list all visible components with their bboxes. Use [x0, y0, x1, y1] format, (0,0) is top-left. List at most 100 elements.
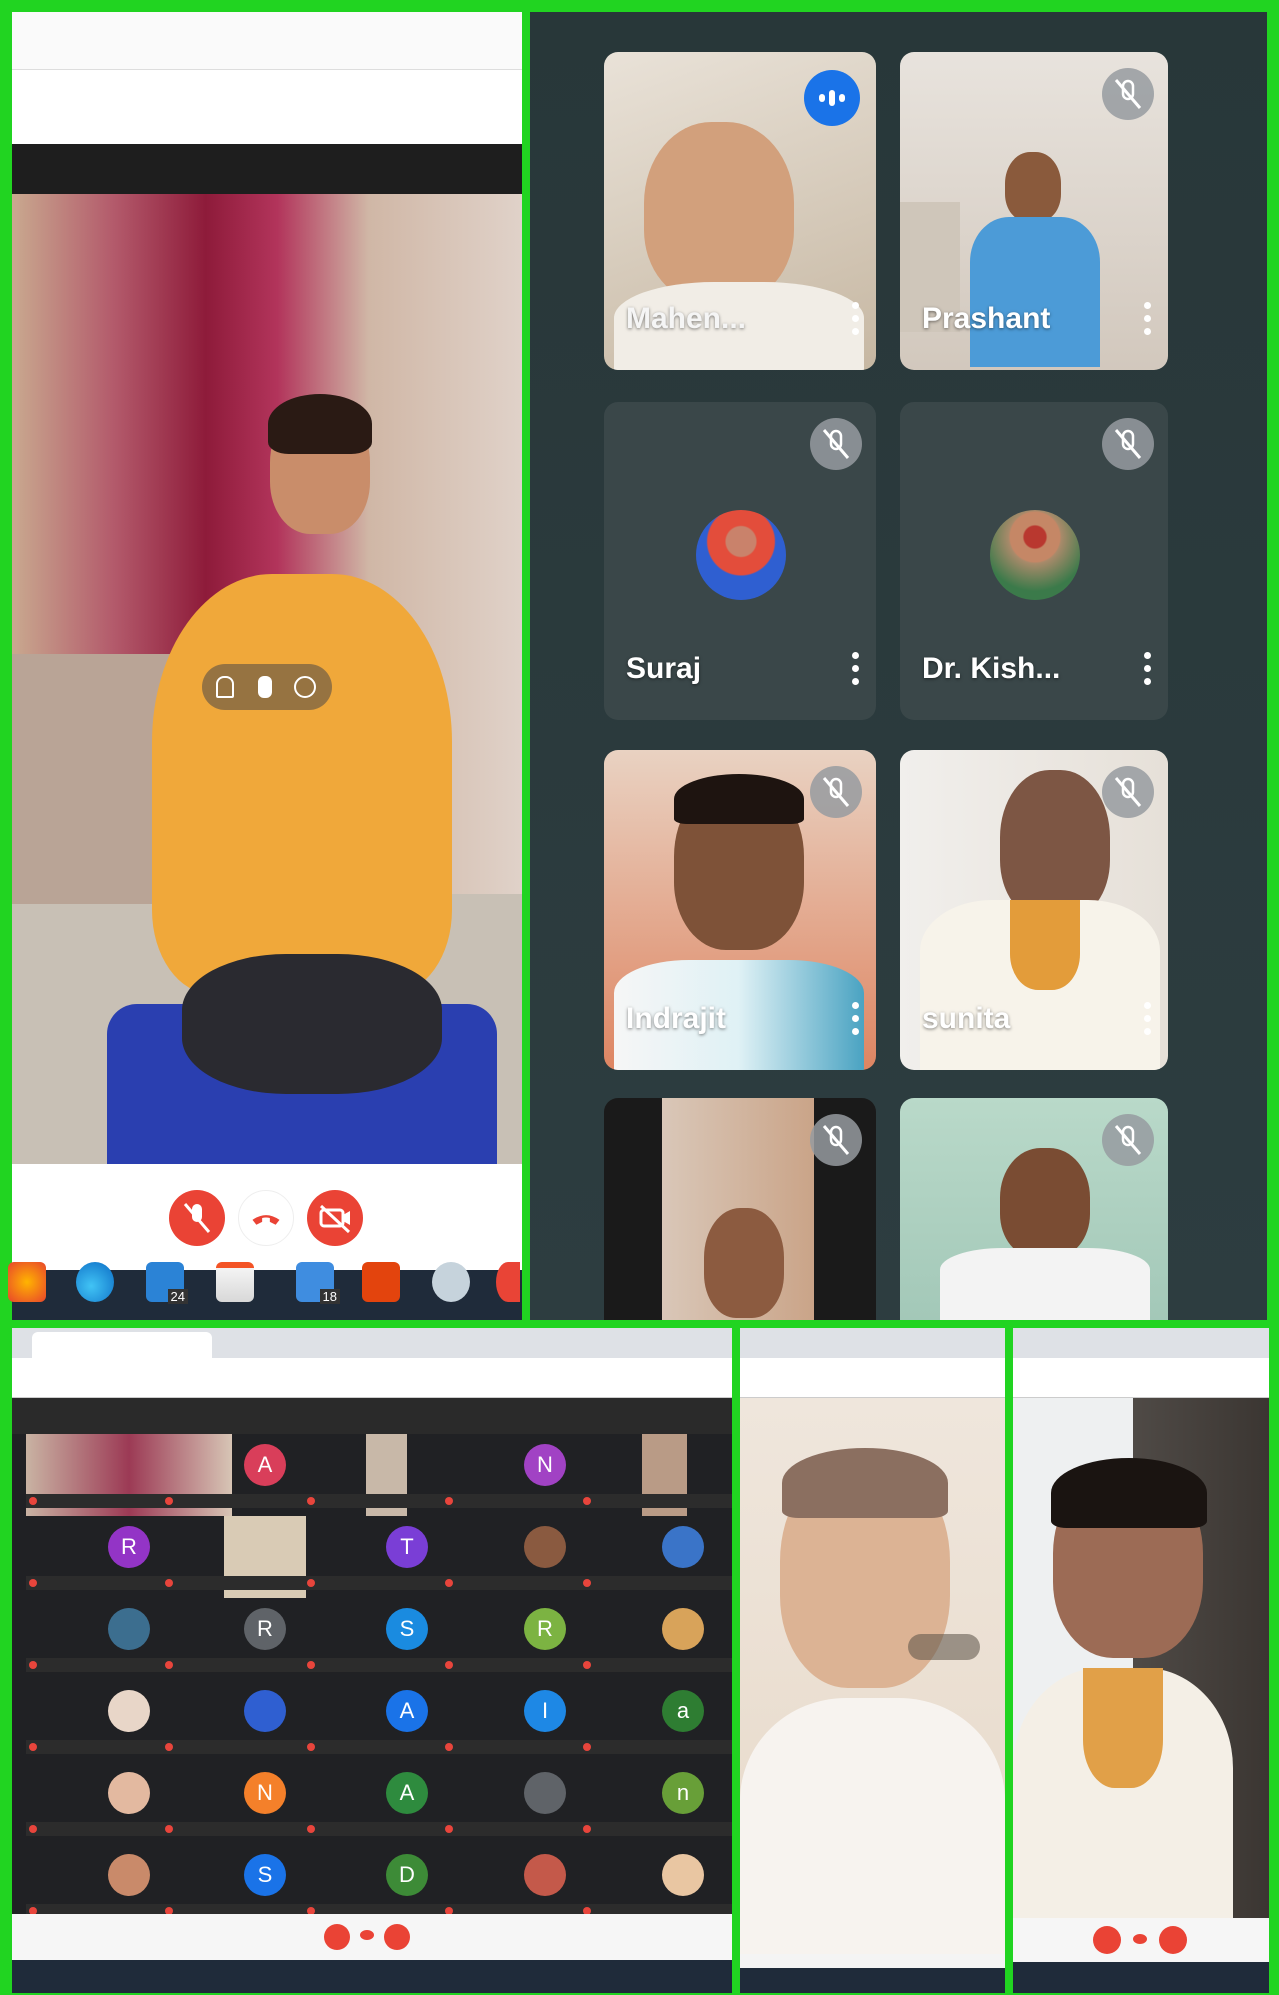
mail-badge: 24	[167, 1289, 188, 1304]
participant-tile[interactable]: Mahen...	[604, 52, 876, 370]
camera-off-button[interactable]	[1159, 1926, 1187, 1954]
browser-tabs	[740, 1328, 1005, 1358]
participant-name: Dr. Kish...	[922, 652, 1061, 685]
grid-tile[interactable]	[580, 1516, 732, 1598]
participant-tile[interactable]: Indrajit	[604, 750, 876, 1070]
participant-tile[interactable]	[900, 1098, 1168, 1320]
more-options-icon[interactable]	[852, 652, 860, 692]
presenter-hair	[268, 394, 372, 454]
participant-hair	[674, 774, 804, 824]
avatar	[696, 510, 786, 600]
hover-controls[interactable]	[908, 1634, 980, 1660]
avatar	[662, 1526, 704, 1568]
participant-tile[interactable]	[604, 1098, 876, 1320]
avatar	[990, 510, 1080, 600]
mic-off-button[interactable]	[1093, 1926, 1121, 1954]
avatar: I	[524, 1690, 566, 1732]
chrome-icon[interactable]	[496, 1262, 520, 1302]
camera-off-button[interactable]	[307, 1190, 363, 1246]
participant-name: Suraj	[626, 652, 702, 685]
more-options-icon[interactable]	[852, 302, 860, 342]
app-icon[interactable]: 18	[296, 1262, 340, 1304]
mic-muted-icon	[810, 1114, 862, 1166]
avatar	[524, 1772, 566, 1814]
avatar: N	[524, 1444, 566, 1486]
browser-tabs	[1013, 1328, 1269, 1358]
mic-muted-icon	[1102, 766, 1154, 818]
avatar: S	[244, 1854, 286, 1896]
presenter-video	[12, 194, 522, 1164]
mic-muted-icon	[1102, 1114, 1154, 1166]
avatar: R	[108, 1526, 150, 1568]
paint-icon[interactable]	[432, 1262, 470, 1302]
camera-off-button[interactable]	[384, 1924, 410, 1950]
avatar: n	[662, 1772, 704, 1814]
windows-taskbar	[12, 1960, 732, 1993]
avatar	[108, 1608, 150, 1650]
participant-tile[interactable]: Suraj	[604, 402, 876, 720]
hangup-icon	[252, 1215, 280, 1225]
avatar: T	[386, 1526, 428, 1568]
meet-grid-window: Mahen... Prashant Suraj Dr. Kish... Indr…	[530, 12, 1267, 1320]
avatar: R	[244, 1608, 286, 1650]
grid-tile[interactable]: n	[580, 1762, 732, 1844]
presenter-body	[152, 574, 452, 994]
mic-muted-icon	[1102, 68, 1154, 120]
remove-icon[interactable]	[294, 676, 316, 698]
edge-icon[interactable]	[76, 1262, 114, 1302]
grid-tile[interactable]	[580, 1598, 732, 1680]
mic-off-button[interactable]	[169, 1190, 225, 1246]
presenter-window	[12, 12, 522, 1320]
participant-name: Prashant	[922, 302, 1051, 335]
mute-participant-icon[interactable]	[258, 676, 272, 698]
mic-off-icon	[183, 1203, 211, 1233]
avatar	[108, 1854, 150, 1896]
hover-controls[interactable]	[202, 664, 332, 710]
speaker-video	[740, 1398, 1005, 1954]
participant-tile[interactable]: sunita	[900, 750, 1168, 1070]
mail-icon[interactable]: 24	[146, 1262, 188, 1304]
avatar: R	[524, 1608, 566, 1650]
windows-taskbar	[1013, 1962, 1269, 1993]
avatar	[662, 1608, 704, 1650]
mic-muted-icon	[810, 766, 862, 818]
participant-tile[interactable]: Prashant	[900, 52, 1168, 370]
pin-icon[interactable]	[216, 676, 234, 698]
participant-name: Mahen...	[626, 302, 747, 335]
browser-toolbar	[12, 12, 522, 70]
firefox-icon[interactable]	[8, 1262, 46, 1302]
grid-tile[interactable]: a	[580, 1680, 732, 1762]
more-options-icon[interactable]	[1144, 302, 1152, 342]
dark-header-strip	[12, 144, 522, 194]
end-call-button[interactable]	[360, 1930, 374, 1940]
avatar: N	[244, 1772, 286, 1814]
address-bar[interactable]	[12, 1358, 732, 1398]
more-options-icon[interactable]	[852, 1002, 860, 1042]
browser-tab[interactable]	[32, 1332, 212, 1358]
avatar	[524, 1854, 566, 1896]
participant-video	[1005, 152, 1061, 222]
address-bar[interactable]	[1013, 1358, 1269, 1398]
store-icon[interactable]	[216, 1262, 254, 1302]
grid-tile[interactable]	[580, 1434, 732, 1516]
avatar	[244, 1690, 286, 1732]
participant-name: sunita	[922, 1002, 1011, 1035]
avatar: D	[386, 1854, 428, 1896]
participant-video	[704, 1208, 784, 1318]
avatar: A	[386, 1690, 428, 1732]
avatar	[108, 1772, 150, 1814]
call-controls-bar	[1013, 1918, 1269, 1962]
more-options-icon[interactable]	[1144, 1002, 1152, 1042]
end-call-button[interactable]	[238, 1190, 294, 1246]
more-options-icon[interactable]	[1144, 652, 1152, 692]
call-controls-bar	[12, 1914, 732, 1960]
speaker-shirt	[740, 1698, 1005, 1954]
office-icon[interactable]	[362, 1262, 400, 1302]
participant-tile[interactable]: Dr. Kish...	[900, 402, 1168, 720]
participant-shirt	[970, 217, 1100, 367]
mic-muted-icon	[1102, 418, 1154, 470]
speaker-window-2	[1013, 1328, 1269, 1993]
address-bar[interactable]	[740, 1358, 1005, 1398]
end-call-button[interactable]	[1133, 1934, 1147, 1944]
mic-off-button[interactable]	[324, 1924, 350, 1950]
